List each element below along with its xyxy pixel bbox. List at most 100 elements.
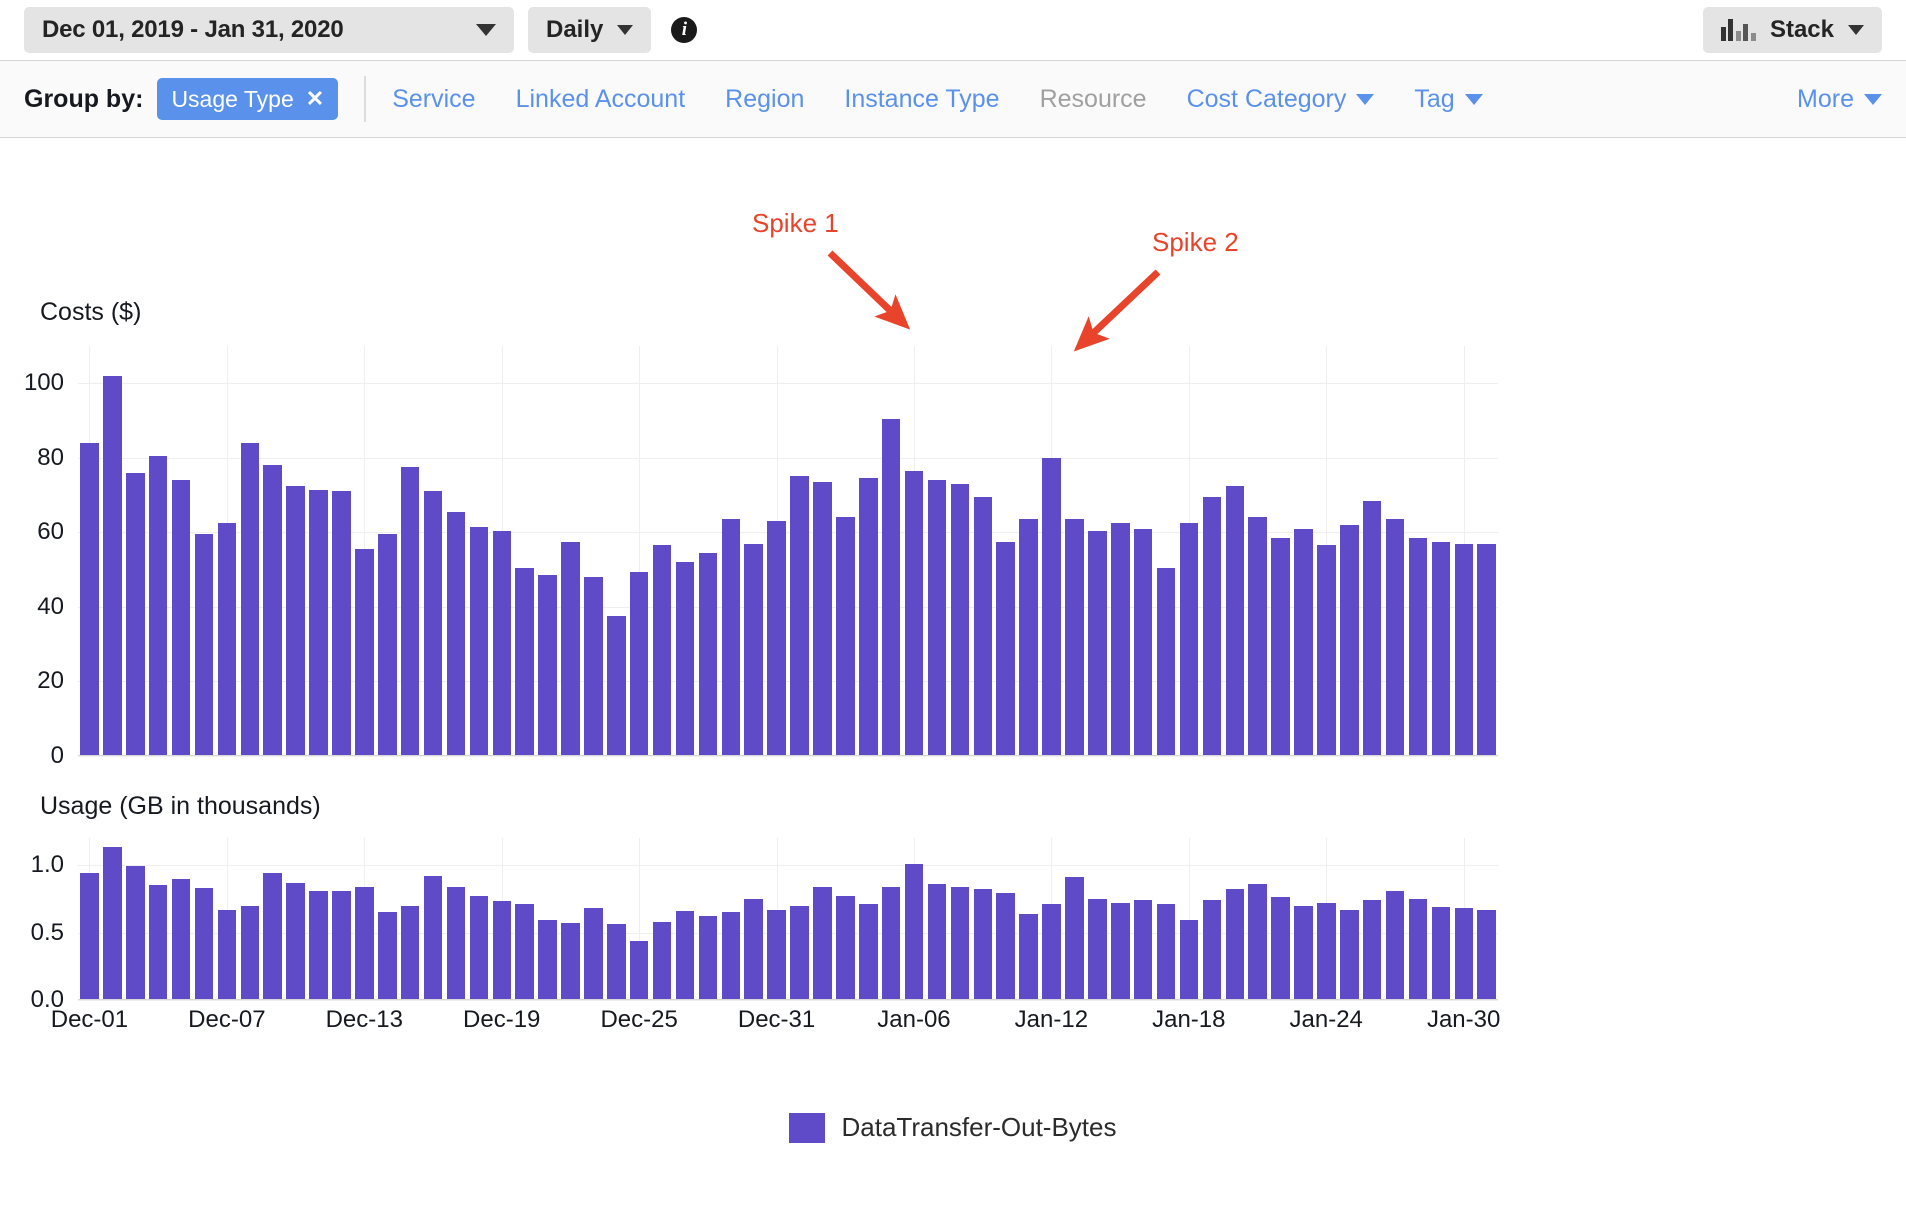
bar[interactable]	[675, 910, 695, 1000]
bar[interactable]	[584, 908, 603, 1000]
bar[interactable]	[492, 901, 512, 1000]
bar[interactable]	[80, 873, 99, 1000]
bar[interactable]	[148, 885, 168, 1000]
bar[interactable]	[263, 465, 282, 756]
bar[interactable]	[1202, 496, 1222, 756]
bar[interactable]	[1248, 883, 1267, 1000]
bar[interactable]	[1362, 900, 1382, 1000]
bar[interactable]	[148, 455, 168, 756]
bar[interactable]	[377, 912, 397, 1000]
bar[interactable]	[836, 517, 855, 756]
bar[interactable]	[973, 889, 993, 1000]
bar[interactable]	[446, 511, 466, 756]
bar[interactable]	[515, 567, 534, 756]
bar[interactable]	[698, 916, 718, 1000]
bar[interactable]	[561, 923, 580, 1000]
bar[interactable]	[171, 878, 191, 1000]
bar[interactable]	[1088, 530, 1107, 756]
bar[interactable]	[446, 886, 466, 1000]
bar[interactable]	[309, 890, 328, 1000]
legend-label[interactable]: DataTransfer-Out-Bytes	[841, 1112, 1116, 1143]
close-icon[interactable]: ✕	[306, 88, 324, 110]
bar[interactable]	[584, 577, 603, 756]
bar[interactable]	[126, 866, 145, 1000]
bar[interactable]	[1408, 898, 1428, 1000]
bar[interactable]	[1317, 902, 1336, 1000]
bar[interactable]	[103, 847, 122, 1000]
bar[interactable]	[1202, 900, 1222, 1000]
bar[interactable]	[1110, 902, 1130, 1000]
bar[interactable]	[1019, 519, 1038, 756]
bar[interactable]	[927, 480, 947, 756]
bar[interactable]	[217, 523, 237, 756]
bar[interactable]	[1340, 524, 1359, 756]
bar[interactable]	[698, 552, 718, 756]
bar[interactable]	[1133, 528, 1153, 756]
bar[interactable]	[1225, 485, 1245, 756]
bar[interactable]	[721, 519, 741, 756]
bar[interactable]	[927, 883, 947, 1000]
bar[interactable]	[469, 896, 489, 1000]
bar[interactable]	[813, 886, 832, 1000]
bar[interactable]	[1477, 909, 1496, 1000]
group-by-option-tag[interactable]: Tag	[1414, 85, 1483, 114]
bar[interactable]	[836, 896, 855, 1000]
bar[interactable]	[1065, 877, 1084, 1000]
bar[interactable]	[607, 924, 626, 1000]
bar[interactable]	[1019, 913, 1038, 1000]
bar[interactable]	[492, 530, 512, 756]
bar[interactable]	[1042, 457, 1061, 756]
group-by-chip-usage-type[interactable]: Usage Type ✕	[157, 78, 339, 120]
bar[interactable]	[286, 485, 305, 756]
bar[interactable]	[1271, 897, 1290, 1000]
bar[interactable]	[1065, 519, 1084, 756]
bar[interactable]	[1431, 906, 1451, 1000]
bar[interactable]	[561, 541, 580, 756]
group-by-option-region[interactable]: Region	[725, 85, 804, 114]
info-icon[interactable]: i	[671, 17, 698, 43]
bar[interactable]	[194, 534, 214, 756]
bar[interactable]	[1179, 523, 1199, 756]
bar[interactable]	[652, 921, 672, 1000]
bar[interactable]	[607, 616, 626, 756]
bar[interactable]	[400, 467, 420, 756]
bar[interactable]	[996, 893, 1015, 1000]
bar[interactable]	[813, 482, 832, 756]
bar[interactable]	[1340, 909, 1359, 1000]
bar[interactable]	[332, 491, 351, 756]
bar[interactable]	[377, 534, 397, 756]
bar[interactable]	[1110, 523, 1130, 756]
bar[interactable]	[1454, 543, 1474, 756]
bar[interactable]	[1133, 900, 1153, 1000]
bar[interactable]	[194, 887, 214, 1000]
bar[interactable]	[1294, 905, 1313, 1000]
bar[interactable]	[767, 909, 786, 1000]
bar[interactable]	[1042, 904, 1061, 1000]
bar[interactable]	[1294, 528, 1313, 756]
bar[interactable]	[973, 496, 993, 756]
bar[interactable]	[423, 875, 443, 1000]
bar[interactable]	[286, 882, 305, 1000]
bar[interactable]	[790, 905, 809, 1000]
bar[interactable]	[263, 873, 282, 1000]
bar[interactable]	[1179, 920, 1199, 1000]
bar[interactable]	[881, 418, 901, 756]
bar[interactable]	[996, 541, 1015, 756]
bar[interactable]	[1088, 898, 1107, 1000]
bar[interactable]	[103, 375, 122, 756]
group-by-option-instance-type[interactable]: Instance Type	[844, 85, 999, 114]
bar[interactable]	[1385, 890, 1405, 1000]
bar[interactable]	[744, 543, 763, 756]
bar[interactable]	[423, 491, 443, 756]
stack-button[interactable]: Stack	[1702, 7, 1882, 53]
bar[interactable]	[1454, 908, 1474, 1000]
bar[interactable]	[904, 470, 924, 756]
bar[interactable]	[790, 476, 809, 756]
group-by-option-linked-account[interactable]: Linked Account	[516, 85, 686, 114]
bar[interactable]	[171, 480, 191, 756]
bar[interactable]	[1431, 541, 1451, 756]
bar[interactable]	[400, 905, 420, 1000]
bar[interactable]	[744, 898, 763, 1000]
bar[interactable]	[1408, 537, 1428, 756]
bar[interactable]	[1156, 904, 1176, 1000]
